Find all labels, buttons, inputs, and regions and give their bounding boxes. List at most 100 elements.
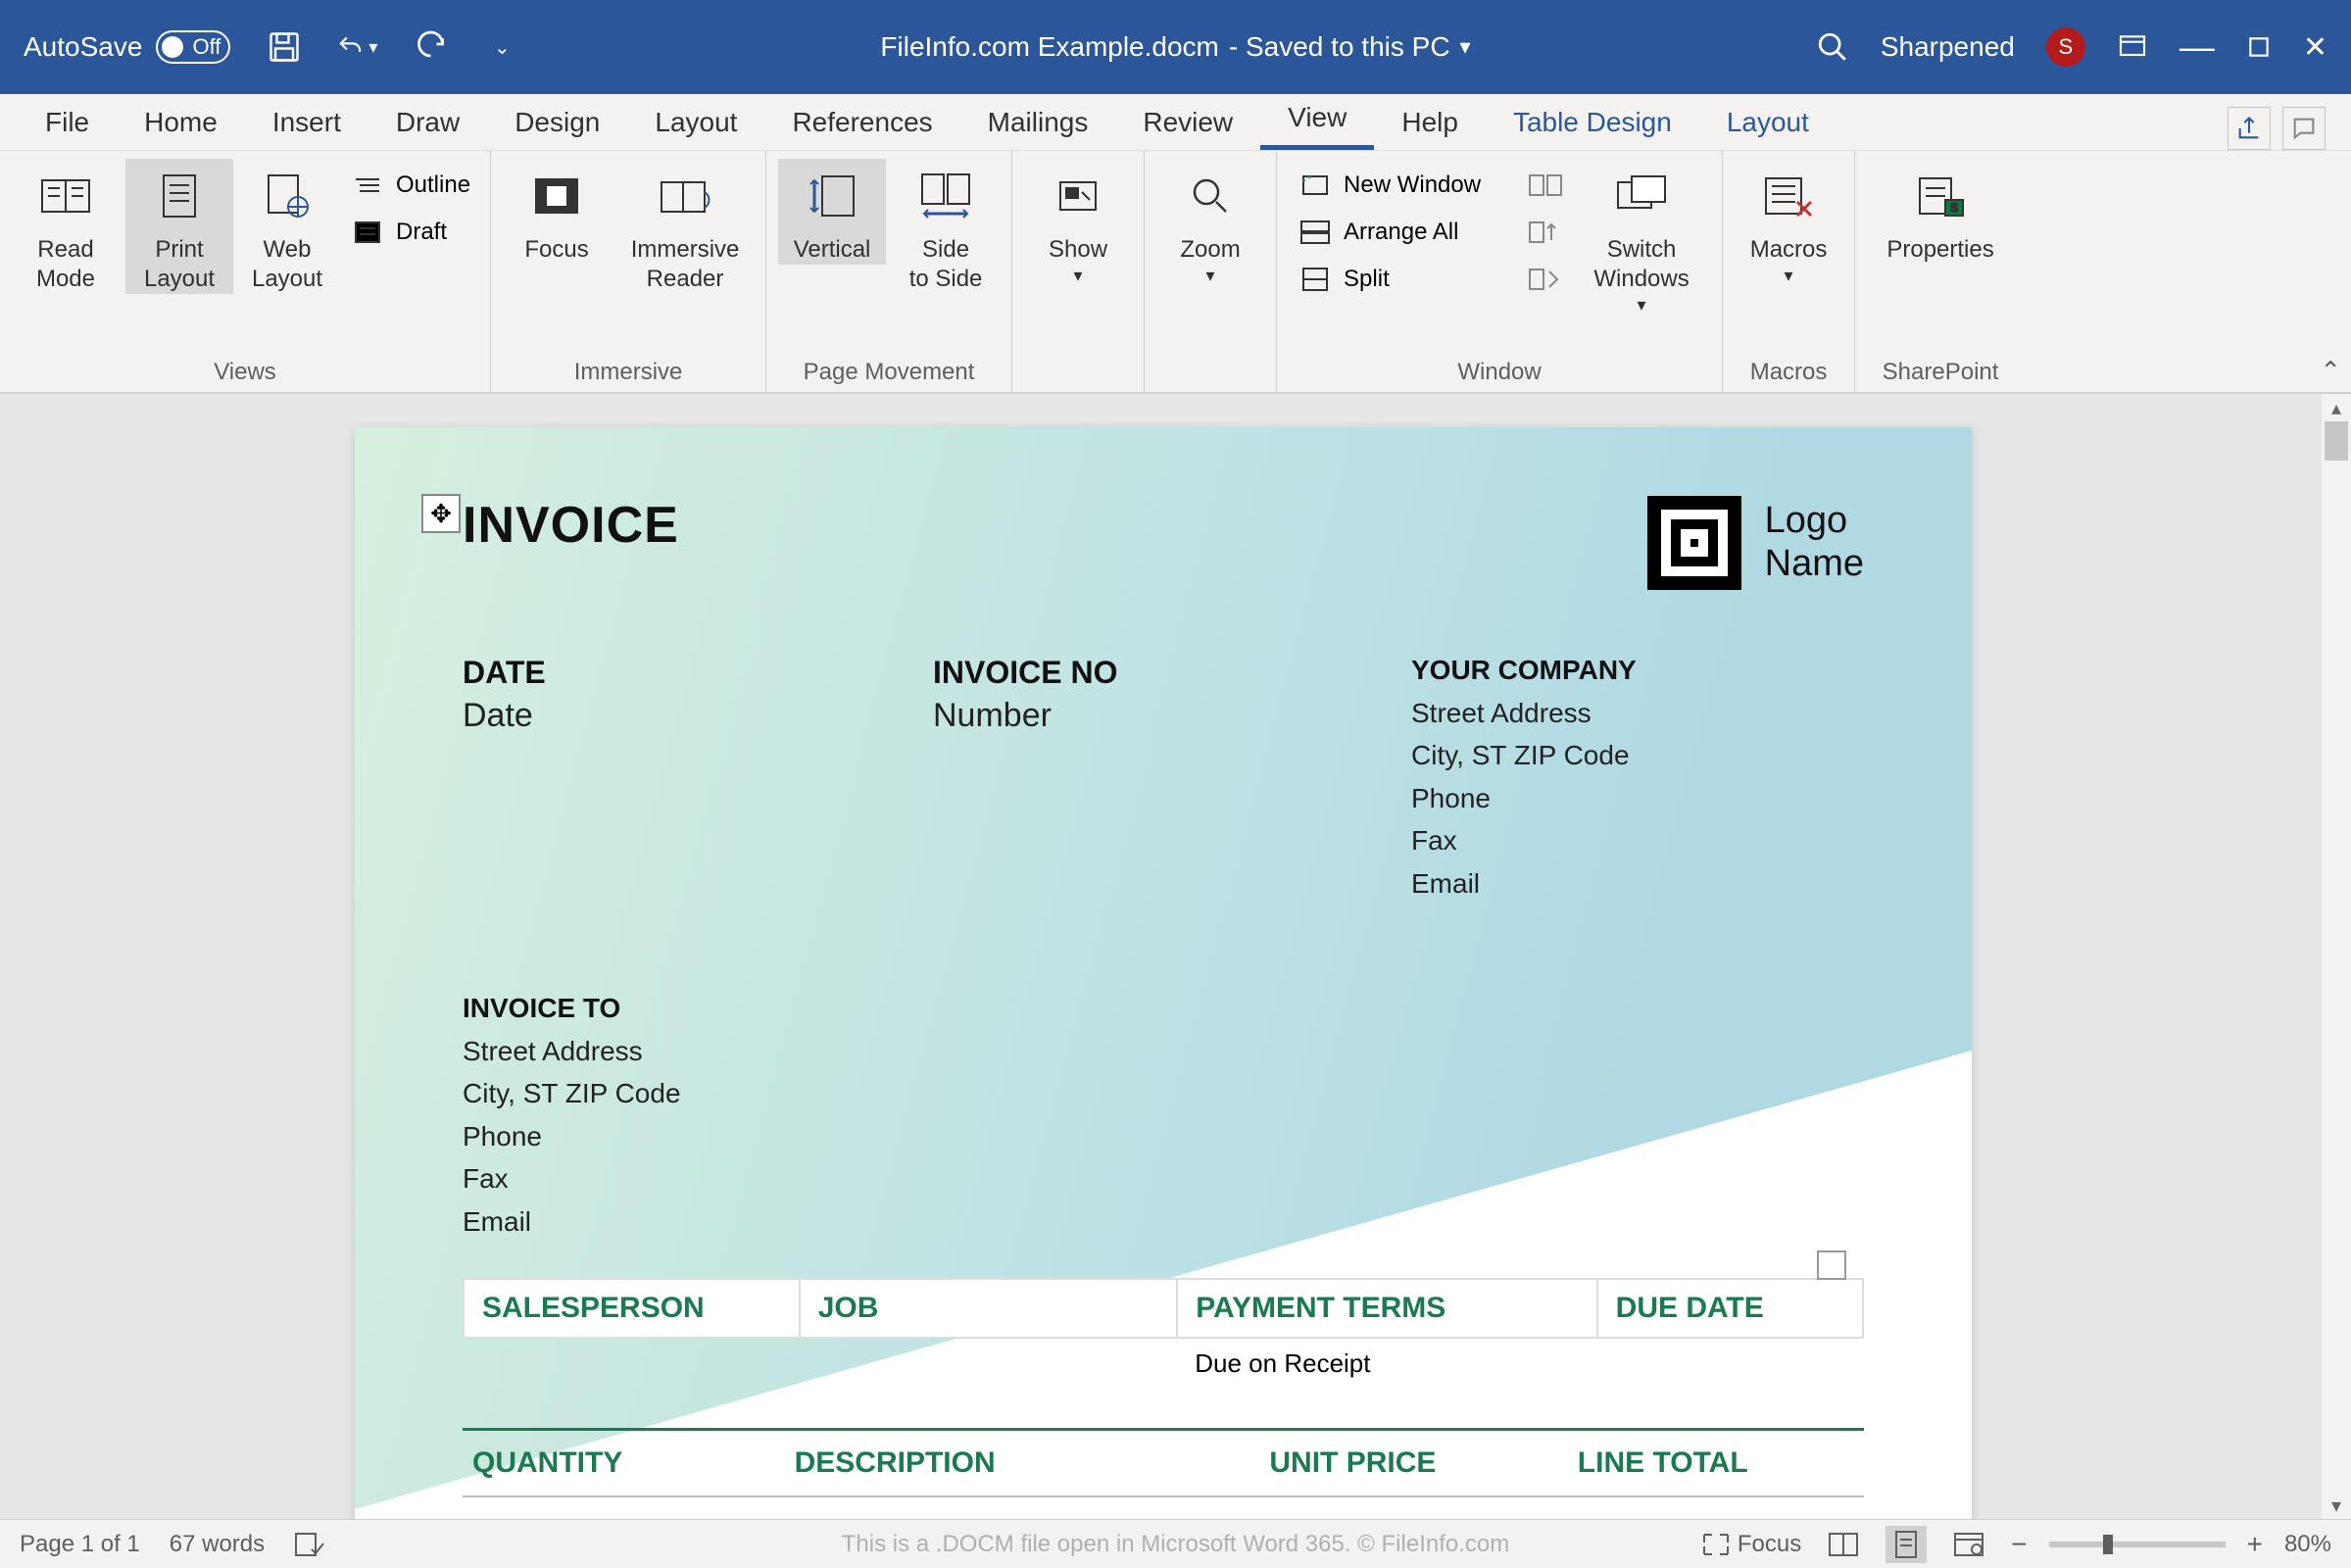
read-mode-view-button[interactable] [1823, 1526, 1864, 1563]
zoom-slider-knob[interactable] [2103, 1535, 2113, 1554]
draft-button[interactable]: Draft [341, 212, 478, 253]
zoom-button[interactable]: Zoom ▾ [1156, 159, 1264, 287]
web-layout-button[interactable]: Web Layout [239, 159, 335, 294]
tab-review[interactable]: Review [1115, 95, 1260, 150]
switch-windows-button[interactable]: Switch Windows ▾ [1573, 159, 1710, 317]
undo-icon[interactable]: ▾ [336, 26, 377, 68]
web-layout-view-button[interactable] [1948, 1526, 1989, 1563]
properties-button[interactable]: S Properties [1867, 159, 2014, 265]
focus-button[interactable]: Focus [503, 159, 611, 265]
outline-icon [349, 171, 386, 200]
show-button[interactable]: Show ▾ [1024, 159, 1132, 287]
document-area[interactable]: ✥ INVOICE Logo Name DATE Date [0, 394, 2322, 1519]
company-logo-block[interactable]: Logo Name [1647, 496, 1864, 590]
scroll-up-icon[interactable]: ▴ [2322, 394, 2351, 421]
zoom-out-button[interactable]: − [2011, 1529, 2027, 1560]
table-row: SALESPERSON JOB PAYMENT TERMS DUE DATE [464, 1279, 1863, 1338]
chevron-down-icon: ▾ [1638, 294, 1646, 317]
logo-line1: Logo [1765, 500, 1864, 543]
invoice-meta-table[interactable]: SALESPERSON JOB PAYMENT TERMS DUE DATE D… [463, 1278, 1864, 1389]
show-icon [1047, 165, 1109, 227]
read-mode-button[interactable]: Read Mode [12, 159, 120, 294]
company-address[interactable]: Street Address City, ST ZIP Code Phone F… [1411, 692, 1864, 905]
group-label-views: Views [214, 353, 276, 388]
zoom-slider[interactable] [2049, 1542, 2226, 1547]
scrollbar-track[interactable] [2322, 421, 2351, 1492]
tab-mailings[interactable]: Mailings [960, 95, 1116, 150]
autosave-state: Off [192, 34, 220, 60]
group-label-immersive: Immersive [574, 353, 683, 388]
comments-icon[interactable] [2282, 107, 2326, 150]
print-layout-view-button[interactable] [1886, 1526, 1927, 1563]
line-items-table[interactable]: QUANTITY DESCRIPTION UNIT PRICE LINE TOT… [463, 1428, 1864, 1497]
zoom-in-button[interactable]: + [2247, 1529, 2263, 1560]
new-window-icon [1297, 171, 1334, 200]
user-avatar[interactable]: S [2046, 27, 2085, 67]
your-company-label: YOUR COMPANY [1411, 655, 1864, 686]
group-page-movement: Vertical Side to Side Page Movement [766, 151, 1012, 392]
reset-window-button[interactable] [1520, 259, 1567, 300]
date-value[interactable]: Date [463, 697, 933, 735]
outline-button[interactable]: Outline [341, 165, 478, 206]
document-page[interactable]: ✥ INVOICE Logo Name DATE Date [355, 427, 1972, 1519]
split-button[interactable]: Split [1289, 259, 1514, 300]
vertical-button[interactable]: Vertical [778, 159, 886, 265]
invoice-title[interactable]: INVOICE [463, 496, 1647, 555]
tab-help[interactable]: Help [1374, 95, 1486, 150]
save-status[interactable]: - Saved to this PC [1229, 31, 1450, 63]
tab-design[interactable]: Design [487, 95, 627, 150]
scroll-down-icon[interactable]: ▾ [2322, 1492, 2351, 1519]
side-to-side-button[interactable]: Side to Side [892, 159, 1000, 294]
arrange-all-button[interactable]: Arrange All [1289, 212, 1514, 253]
tab-table-design[interactable]: Table Design [1486, 95, 1699, 150]
tab-references[interactable]: References [764, 95, 959, 150]
tab-file[interactable]: File [18, 95, 117, 150]
page-indicator[interactable]: Page 1 of 1 [20, 1531, 140, 1558]
sync-scrolling-button[interactable] [1520, 212, 1567, 253]
view-side-by-side-icon [1528, 171, 1563, 200]
tab-view[interactable]: View [1260, 90, 1374, 150]
vertical-scrollbar[interactable]: ▴ ▾ [2322, 394, 2351, 1519]
word-count[interactable]: 67 words [170, 1531, 265, 1558]
spellcheck-icon[interactable] [294, 1530, 327, 1559]
titlebar-right: Sharpened S — ✕ [1816, 26, 2327, 68]
side-to-side-icon [914, 165, 977, 227]
tab-layout-contextual[interactable]: Layout [1699, 95, 1837, 150]
focus-mode-button[interactable]: Focus [1702, 1531, 1801, 1558]
scrollbar-thumb[interactable] [2325, 421, 2348, 461]
tab-insert[interactable]: Insert [245, 95, 368, 150]
qat-customize-icon[interactable]: ⌄ [481, 26, 522, 68]
immersive-reader-button[interactable]: Immersive Reader [616, 159, 754, 294]
statusbar: Page 1 of 1 67 words This is a .DOCM fil… [0, 1519, 2351, 1568]
minimize-button[interactable]: — [2180, 26, 2215, 68]
redo-icon[interactable] [409, 26, 450, 68]
username[interactable]: Sharpened [1881, 31, 2015, 63]
ribbon-tabs: File Home Insert Draw Design Layout Refe… [0, 94, 2351, 151]
group-label-macros: Macros [1750, 353, 1828, 388]
search-icon[interactable] [1816, 30, 1849, 64]
invoice-no-value[interactable]: Number [933, 697, 1403, 735]
autosave-toggle[interactable]: Off [156, 30, 230, 64]
print-layout-button[interactable]: Print Layout [125, 159, 233, 294]
table-row: QUANTITY DESCRIPTION UNIT PRICE LINE TOT… [465, 1433, 1862, 1494]
tab-layout[interactable]: Layout [627, 95, 764, 150]
maximize-button[interactable] [2246, 34, 2272, 60]
ribbon-display-icon[interactable] [2117, 31, 2148, 63]
zoom-value[interactable]: 80% [2284, 1531, 2331, 1558]
close-button[interactable]: ✕ [2303, 30, 2327, 65]
new-window-button[interactable]: New Window [1289, 165, 1514, 206]
tab-home[interactable]: Home [117, 95, 245, 150]
tab-draw[interactable]: Draw [368, 95, 487, 150]
macros-button[interactable]: Macros ▾ [1735, 159, 1842, 287]
view-side-by-side-button[interactable] [1520, 165, 1567, 206]
invoice-no-label: INVOICE NO [933, 655, 1403, 691]
autosave-control[interactable]: AutoSave Off [24, 30, 230, 64]
title-center: FileInfo.com Example.docm - Saved to thi… [880, 31, 1470, 63]
collapse-ribbon-icon[interactable]: ⌃ [2320, 356, 2341, 386]
invoice-to-address[interactable]: Street Address City, ST ZIP Code Phone F… [463, 1030, 1864, 1243]
chevron-down-icon[interactable]: ▾ [1460, 34, 1471, 60]
share-icon[interactable] [2228, 107, 2271, 150]
save-icon[interactable] [264, 26, 305, 68]
vertical-icon [801, 165, 863, 227]
table-resize-handle[interactable] [1817, 1250, 1846, 1280]
